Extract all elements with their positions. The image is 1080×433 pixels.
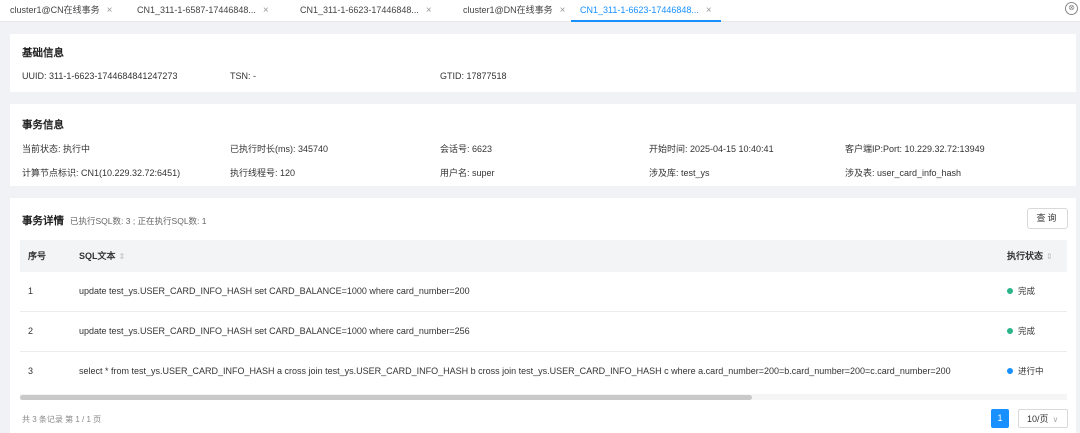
page-size-value: 10/页 — [1027, 414, 1049, 424]
detail-title: 事务详情 — [22, 215, 64, 227]
tab-cn-online-txn[interactable]: cluster1@CN在线事务 × — [10, 0, 113, 21]
row-seq: 1 — [28, 286, 34, 296]
close-icon[interactable]: × — [706, 5, 712, 16]
basic-info-card: 基础信息 UUID: 311-1-6623-1744684841247273 T… — [10, 34, 1076, 92]
col-status-label: 执行状态 — [1007, 251, 1044, 261]
col-sql-header[interactable]: SQL文本 ⇕ — [79, 240, 125, 272]
tab-dn-online-txn[interactable]: cluster1@DN在线事务 × — [463, 0, 566, 21]
table-row[interactable]: 1 update test_ys.USER_CARD_INFO_HASH set… — [20, 272, 1067, 312]
query-button[interactable]: 查询 — [1027, 208, 1068, 229]
sort-icon[interactable]: ⇕ — [119, 252, 126, 261]
chevron-down-icon: ∨ — [1052, 415, 1059, 424]
detail-header: 事务详情 已执行SQL数: 3 ; 正在执行SQL数: 1 — [22, 213, 207, 228]
thread-field: 执行线程号: 120 — [230, 168, 296, 178]
row-status: 完成 — [1007, 312, 1035, 351]
status-dot-icon — [1007, 288, 1013, 294]
row-sql: update test_ys.USER_CARD_INFO_HASH set C… — [79, 286, 470, 296]
row-seq: 2 — [28, 326, 34, 336]
tab-label: cluster1@DN在线事务 — [463, 5, 553, 15]
user-field: 用户名: super — [440, 168, 495, 178]
table-row[interactable]: 3 select * from test_ys.USER_CARD_INFO_H… — [20, 352, 1067, 391]
page-button-1[interactable]: 1 — [991, 409, 1009, 428]
close-icon[interactable]: × — [426, 5, 432, 16]
table-field: 涉及表: user_card_info_hash — [845, 168, 962, 178]
txn-info-title: 事务信息 — [22, 119, 64, 131]
tab-cn1-6623-a[interactable]: CN1_311-1-6623-17446848... × — [300, 0, 432, 21]
close-icon[interactable]: × — [560, 5, 566, 16]
detail-subtitle: 已执行SQL数: 3 ; 正在执行SQL数: 1 — [70, 216, 207, 226]
total-records: 共 3 条记录 第 1 / 1 页 — [22, 415, 102, 424]
status-dot-icon — [1007, 368, 1013, 374]
start-time-field: 开始时间: 2025-04-15 10:40:41 — [649, 144, 774, 154]
tab-cn1-6587[interactable]: CN1_311-1-6587-17446848... × — [137, 0, 269, 21]
table-row[interactable]: 2 update test_ys.USER_CARD_INFO_HASH set… — [20, 312, 1067, 352]
tab-cn1-6623-active[interactable]: CN1_311-1-6623-17446848... × — [571, 0, 721, 22]
tsn-field: TSN: - — [230, 71, 256, 81]
close-all-icon[interactable]: ⊗ — [1065, 2, 1078, 15]
status-text: 完成 — [1018, 286, 1036, 296]
gtid-field: GTID: 17877518 — [440, 71, 507, 81]
txn-info-card: 事务信息 当前状态: 执行中 已执行时长(ms): 345740 会话号: 66… — [10, 104, 1076, 186]
status-dot-icon — [1007, 328, 1013, 334]
scrollbar-thumb[interactable] — [20, 395, 752, 400]
col-seq-header: 序号 — [28, 251, 47, 261]
horizontal-scrollbar[interactable] — [20, 394, 1067, 400]
row-status: 完成 — [1007, 272, 1035, 311]
status-text: 进行中 — [1018, 366, 1044, 376]
tab-label: CN1_311-1-6623-17446848... — [580, 5, 699, 15]
row-status: 进行中 — [1007, 352, 1044, 391]
database-field: 涉及库: test_ys — [649, 168, 710, 178]
basic-info-title: 基础信息 — [22, 47, 64, 59]
row-sql: update test_ys.USER_CARD_INFO_HASH set C… — [79, 326, 470, 336]
row-sql: select * from test_ys.USER_CARD_INFO_HAS… — [79, 366, 951, 376]
uuid-field: UUID: 311-1-6623-1744684841247273 — [22, 71, 178, 81]
close-icon[interactable]: × — [107, 5, 113, 16]
status-field: 当前状态: 执行中 — [22, 144, 91, 154]
tab-label: CN1_311-1-6587-17446848... — [137, 5, 256, 15]
table-header: 序号 SQL文本 ⇕ 执行状态 ⇕ — [20, 240, 1067, 272]
close-icon[interactable]: × — [263, 5, 269, 16]
txn-detail-card: 事务详情 已执行SQL数: 3 ; 正在执行SQL数: 1 查询 序号 SQL文本… — [10, 198, 1076, 433]
node-field: 计算节点标识: CN1(10.229.32.72:6451) — [22, 168, 181, 178]
tab-label: CN1_311-1-6623-17446848... — [300, 5, 419, 15]
col-sql-label: SQL文本 — [79, 251, 116, 261]
page-size-select[interactable]: 10/页 ∨ — [1018, 409, 1068, 428]
session-field: 会话号: 6623 — [440, 144, 493, 154]
duration-field: 已执行时长(ms): 345740 — [230, 144, 329, 154]
sort-icon[interactable]: ⇕ — [1046, 252, 1053, 261]
col-status-header[interactable]: 执行状态 ⇕ — [1007, 240, 1053, 272]
tab-label: cluster1@CN在线事务 — [10, 5, 100, 15]
tab-bar: cluster1@CN在线事务 × CN1_311-1-6587-17446848… — [0, 0, 1080, 22]
status-text: 完成 — [1018, 326, 1036, 336]
client-field: 客户端IP:Port: 10.229.32.72:13949 — [845, 144, 985, 154]
row-seq: 3 — [28, 366, 34, 376]
